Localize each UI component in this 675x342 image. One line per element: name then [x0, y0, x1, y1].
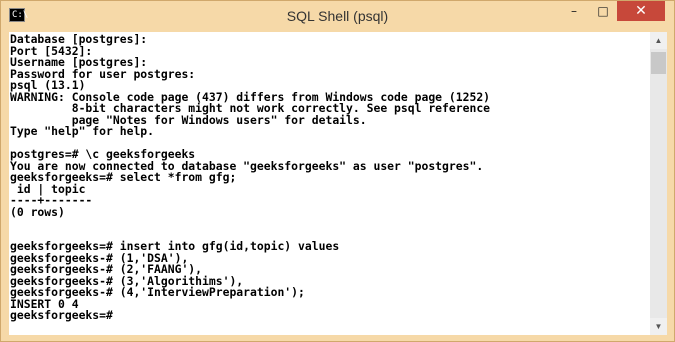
scroll-down-arrow-icon[interactable]: ▼ [650, 318, 667, 335]
console-output[interactable]: Database [postgres]: Port [5432]: Userna… [9, 32, 650, 335]
console-text: Database [postgres]: Port [5432]: Userna… [9, 32, 650, 322]
console-line: Type "help" for help. [10, 124, 155, 138]
scroll-thumb[interactable] [651, 52, 666, 74]
maximize-icon: □ [597, 4, 609, 18]
vertical-scrollbar[interactable]: ▲ ▼ [650, 32, 667, 335]
scroll-up-arrow-icon[interactable]: ▲ [650, 32, 667, 49]
title-bar[interactable]: C:\ SQL Shell (psql) – □ ✕ [1, 1, 674, 31]
minimize-icon: – [571, 4, 577, 18]
console-line: (0 rows) [10, 204, 65, 219]
maximize-button[interactable]: □ [590, 1, 616, 21]
close-icon: ✕ [635, 3, 647, 19]
close-button[interactable]: ✕ [617, 1, 665, 21]
console-line: geeksforgeeks=# [10, 308, 113, 322]
minimize-button[interactable]: – [561, 1, 587, 21]
psql-window: C:\ SQL Shell (psql) – □ ✕ Database [pos… [0, 0, 675, 342]
